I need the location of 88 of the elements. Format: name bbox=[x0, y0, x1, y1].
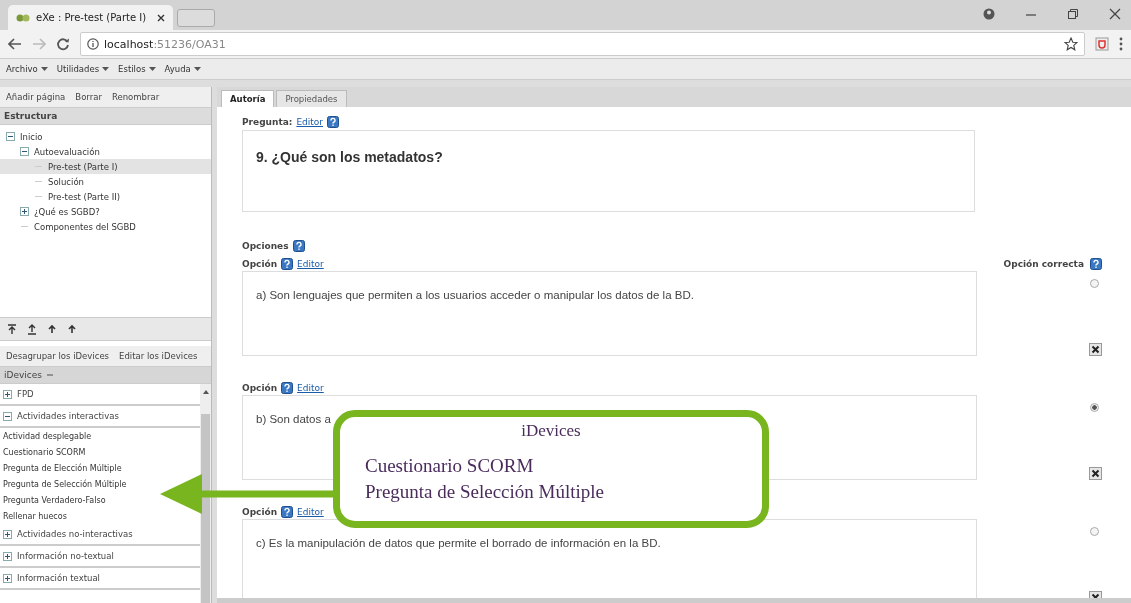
idevice-group[interactable]: Información no-textual bbox=[0, 546, 200, 568]
menu-item[interactable]: Archivo bbox=[6, 64, 48, 74]
editor-link[interactable]: Editor bbox=[297, 382, 324, 393]
help-icon bbox=[281, 257, 294, 270]
back-icon bbox=[8, 38, 22, 50]
editor-link[interactable]: Editor bbox=[297, 258, 324, 269]
reload-icon bbox=[56, 37, 70, 51]
callout-title: iDevices bbox=[520, 421, 582, 441]
idevice-group[interactable]: FPD bbox=[0, 384, 200, 406]
editor-link[interactable]: Editor bbox=[296, 116, 323, 127]
demote-icon[interactable] bbox=[66, 323, 78, 335]
scrollbar[interactable] bbox=[200, 384, 211, 603]
url-text: localhost:51236/OA31 bbox=[104, 37, 227, 51]
field-label: Opción correcta bbox=[1003, 258, 1084, 269]
radio-button[interactable] bbox=[1090, 403, 1099, 412]
help-icon bbox=[327, 115, 339, 128]
tree-item[interactable]: Componentes del SGBD bbox=[0, 219, 211, 234]
profile-icon bbox=[983, 8, 995, 20]
idevice-group[interactable]: Información textual bbox=[0, 568, 200, 590]
tree-item[interactable]: Pre-test (Parte I) bbox=[0, 159, 211, 174]
field-label: Opción bbox=[242, 506, 278, 517]
caret-icon bbox=[193, 67, 201, 71]
idevice-item[interactable]: Pregunta Verdadero-Falso bbox=[0, 492, 106, 508]
help-icon bbox=[1090, 257, 1102, 270]
tree-item[interactable]: Autoevaluación bbox=[0, 144, 211, 159]
menu-item[interactable]: Ayuda bbox=[164, 64, 201, 74]
tree-item[interactable]: Inicio bbox=[0, 129, 211, 144]
caret-icon bbox=[40, 67, 48, 71]
option-text: c) Es la manipulación de datos que permite el borrado de información en la BD. bbox=[256, 537, 662, 549]
tree-item[interactable]: ¿Qué es SGBD? bbox=[0, 204, 211, 219]
promote-icon[interactable] bbox=[46, 323, 58, 335]
close-icon bbox=[157, 13, 165, 22]
delete-icon[interactable] bbox=[1089, 343, 1102, 356]
scroll-up-icon bbox=[202, 390, 209, 394]
forward-icon bbox=[32, 38, 46, 50]
caret-icon bbox=[102, 67, 110, 71]
idevice-item[interactable]: Pregunta de Selección Múltiple bbox=[0, 476, 127, 492]
idevice-group[interactable]: Actividades interactivas bbox=[0, 406, 200, 428]
close-icon bbox=[1109, 8, 1121, 20]
tab-title: eXe : Pre-test (Parte I) bbox=[36, 12, 148, 23]
move-top-icon[interactable] bbox=[6, 323, 18, 335]
caret-icon bbox=[148, 67, 156, 71]
info-icon bbox=[87, 38, 99, 50]
scrollbar[interactable] bbox=[217, 598, 1131, 603]
idevice-group[interactable]: Actividades no-interactivas bbox=[0, 524, 200, 546]
idevice-item[interactable]: Actividad desplegable bbox=[0, 428, 92, 444]
option-text: a) Son lenguajes que permiten a los usuarios acceder o manipular los datos de la BD. bbox=[256, 289, 695, 301]
idevice-item[interactable]: Rellenar huecos bbox=[0, 508, 67, 524]
help-icon bbox=[281, 505, 294, 518]
extension-icon bbox=[1095, 37, 1109, 51]
editor-tab[interactable]: Propiedades bbox=[276, 90, 347, 107]
toolbar-link[interactable]: Añadir página bbox=[6, 92, 66, 102]
menu-item[interactable]: Utilidades bbox=[56, 64, 110, 74]
help-icon bbox=[281, 381, 294, 394]
question-text: 9. ¿Qué son los metadatos? bbox=[256, 149, 444, 165]
idevice-item[interactable]: Cuestionario SCORM bbox=[0, 444, 86, 460]
field-label: Opción bbox=[242, 382, 278, 393]
callout-text: Cuestionario SCORM bbox=[365, 454, 535, 478]
field-label: Opción bbox=[242, 258, 278, 269]
idevice-item[interactable]: Pregunta de Elección Múltiple bbox=[0, 460, 122, 476]
tree-item[interactable]: Pre-test (Parte II) bbox=[0, 189, 211, 204]
toolbar-link[interactable]: Renombrar bbox=[111, 92, 160, 102]
browser-tab[interactable]: eXe : Pre-test (Parte I) bbox=[8, 5, 173, 30]
restore-icon bbox=[1067, 8, 1079, 20]
radio-button[interactable] bbox=[1090, 279, 1099, 288]
toolbar-link[interactable]: Borrar bbox=[75, 92, 102, 102]
field-label: Opciones bbox=[242, 240, 289, 251]
panel-header: Estructura bbox=[0, 108, 211, 125]
more-icon bbox=[1119, 37, 1123, 51]
move-up-icon[interactable] bbox=[26, 323, 38, 335]
star-icon bbox=[1064, 37, 1078, 51]
scrollbar-thumb[interactable] bbox=[201, 414, 210, 603]
panel-title: iDevices bbox=[4, 370, 42, 380]
tree-item[interactable]: Solución bbox=[0, 174, 211, 189]
toolbar-link[interactable]: Editar los iDevices bbox=[119, 351, 198, 361]
question-field[interactable]: 9. ¿Qué son los metadatos? bbox=[242, 130, 975, 212]
address-bar[interactable]: localhost:51236/OA31 bbox=[80, 32, 1085, 56]
option-field[interactable]: a) Son lenguajes que permiten a los usuarios acceder o manipular los datos de la BD. bbox=[242, 271, 977, 356]
callout-text: Pregunta de Selección Múltiple bbox=[365, 480, 606, 504]
delete-icon[interactable] bbox=[1089, 467, 1102, 480]
help-icon bbox=[292, 239, 305, 252]
editor-tab[interactable]: Autoría bbox=[221, 90, 275, 107]
toolbar-link[interactable]: Desagrupar los iDevices bbox=[6, 351, 110, 361]
editor-link[interactable]: Editor bbox=[297, 506, 324, 517]
menu-item[interactable]: Estilos bbox=[118, 64, 156, 74]
radio-button[interactable] bbox=[1090, 527, 1099, 536]
field-label: Pregunta: bbox=[242, 116, 293, 127]
option-text: b) Son datos a bbox=[256, 413, 332, 425]
